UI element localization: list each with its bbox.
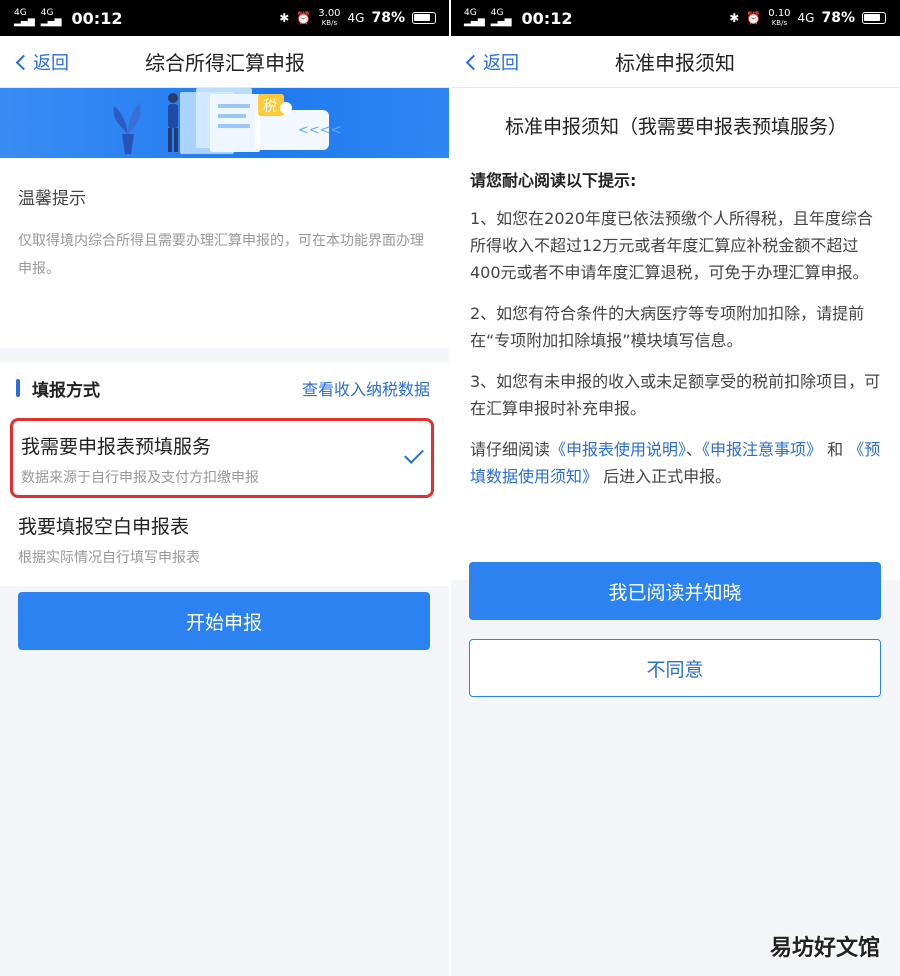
tips-section: 温馨提示 仅取得境内综合所得且需要办理汇算申报的，可在本功能界面办理申报。 <box>0 158 450 348</box>
nav-bar: 返回 标准申报须知 <box>450 36 900 88</box>
tax-badge-text: 税 <box>263 99 277 115</box>
option-subtitle: 数据来源于自行申报及支付方扣缴申报 <box>21 470 259 486</box>
status-bar: 4G ▂▄▆ 4G ▂▄▆ 00:12 ✱ ⏰ 3.00 KB/s 4G 78% <box>0 0 450 36</box>
network-type: 4G <box>797 11 815 25</box>
notice-read-line: 请仔细阅读《申报表使用说明》、《申报注意事项》 和 《预填数据使用须知》 后进入… <box>470 436 882 490</box>
banner-arrows: <<<< <box>298 123 342 138</box>
left-screen: 4G ▂▄▆ 4G ▂▄▆ 00:12 ✱ ⏰ 3.00 KB/s 4G 78% 返回… <box>0 0 450 976</box>
person-icon <box>168 93 178 152</box>
section-accent-bar <box>16 379 20 397</box>
back-label: 返回 <box>483 53 519 74</box>
method-header: 填报方式 查看收入纳税数据 <box>0 362 450 414</box>
alarm-icon: ⏰ <box>296 11 312 25</box>
notice-item-1: 1、如您在2020年度已依法预缴个人所得税，且年度综合所得收入不超过12万元或者… <box>470 209 873 282</box>
banner-illustration: 税 <<<< <box>0 88 450 158</box>
battery-percent: 78% <box>371 10 405 26</box>
option-prefill-service[interactable]: 我需要申报表预填服务 数据来源于自行申报及支付方扣缴申报 <box>10 418 434 498</box>
notice-subtitle: 请您耐心阅读以下提示: <box>470 171 637 190</box>
status-bar: 4G ▂▄▆ 4G ▂▄▆ 00:12 ✱ ⏰ 0.10 KB/s 4G 78% <box>450 0 900 36</box>
status-time: 00:12 <box>71 8 123 28</box>
notice-title: 标准申报须知（我需要申报表预填服务） <box>504 116 847 138</box>
option-blank-form[interactable]: 我要填报空白申报表 根据实际情况自行填写申报表 <box>0 498 450 582</box>
network-type: 4G <box>347 11 365 25</box>
back-button[interactable]: 返回 <box>14 36 69 88</box>
plant-icon <box>113 102 141 154</box>
bluetooth-icon: ✱ <box>729 11 740 25</box>
notice-section: 标准申报须知（我需要申报表预填服务） 请您耐心阅读以下提示: 1、如您在2020… <box>450 88 900 580</box>
status-time: 00:12 <box>521 8 573 28</box>
tips-title: 温馨提示 <box>18 189 86 209</box>
separator: 、 <box>686 440 703 459</box>
option-title: 我要填报空白申报表 <box>18 516 190 538</box>
nav-bar: 返回 综合所得汇算申报 <box>0 36 450 88</box>
screen-stack-icon <box>180 88 260 154</box>
signal-icon-2: 4G ▂▄▆ <box>40 8 62 27</box>
banner-art: 税 <<<< <box>113 88 342 154</box>
view-income-data-link[interactable]: 查看收入纳税数据 <box>302 376 430 400</box>
back-label: 返回 <box>33 53 69 74</box>
battery-icon <box>412 12 436 24</box>
notice-item-3: 3、如您有未申报的收入或未足额享受的税前扣除项目，可在汇算申报时补充申报。 <box>470 372 881 418</box>
agree-button[interactable]: 我已阅读并知晓 <box>469 562 881 620</box>
alarm-icon: ⏰ <box>746 11 762 25</box>
bluetooth-icon: ✱ <box>279 11 290 25</box>
network-speed: 3.00 KB/s <box>318 7 341 27</box>
disagree-button[interactable]: 不同意 <box>469 639 881 697</box>
usage-guide-link[interactable]: 《申报表使用说明》 <box>550 440 686 459</box>
signal-icon-2: 4G ▂▄▆ <box>490 8 512 27</box>
screen-divider <box>449 0 451 976</box>
option-title: 我需要申报表预填服务 <box>21 436 212 458</box>
battery-icon <box>862 12 886 24</box>
separator: 和 <box>827 440 844 459</box>
option-subtitle: 根据实际情况自行填写申报表 <box>18 550 200 566</box>
notice-item-2: 2、如您有符合条件的大病医疗等专项附加扣除，请提前在“专项附加扣除填报”模块填写… <box>470 304 865 350</box>
signal-icon: 4G ▂▄▆ <box>14 8 35 27</box>
back-button[interactable]: 返回 <box>464 36 519 88</box>
corner-watermark: 易坊好文馆 <box>769 936 880 961</box>
chevron-left-icon <box>15 54 32 70</box>
signal-icon: 4G ▂▄▆ <box>464 8 485 27</box>
read-prefix: 请仔细阅读 <box>470 440 551 459</box>
right-screen: 4G ▂▄▆ 4G ▂▄▆ 00:12 ✱ ⏰ 0.10 KB/s 4G 78% 返回… <box>450 0 900 976</box>
chevron-left-icon <box>465 54 482 70</box>
tips-body: 仅取得境内综合所得且需要办理汇算申报的，可在本功能界面办理申报。 <box>18 233 424 277</box>
start-declaration-button[interactable]: 开始申报 <box>18 592 430 650</box>
precautions-link[interactable]: 《申报注意事项》 <box>702 440 822 459</box>
battery-percent: 78% <box>821 10 855 26</box>
network-speed: 0.10 KB/s <box>768 7 791 27</box>
read-suffix: 后进入正式申报。 <box>603 467 732 486</box>
method-label: 填报方式 <box>32 380 100 401</box>
